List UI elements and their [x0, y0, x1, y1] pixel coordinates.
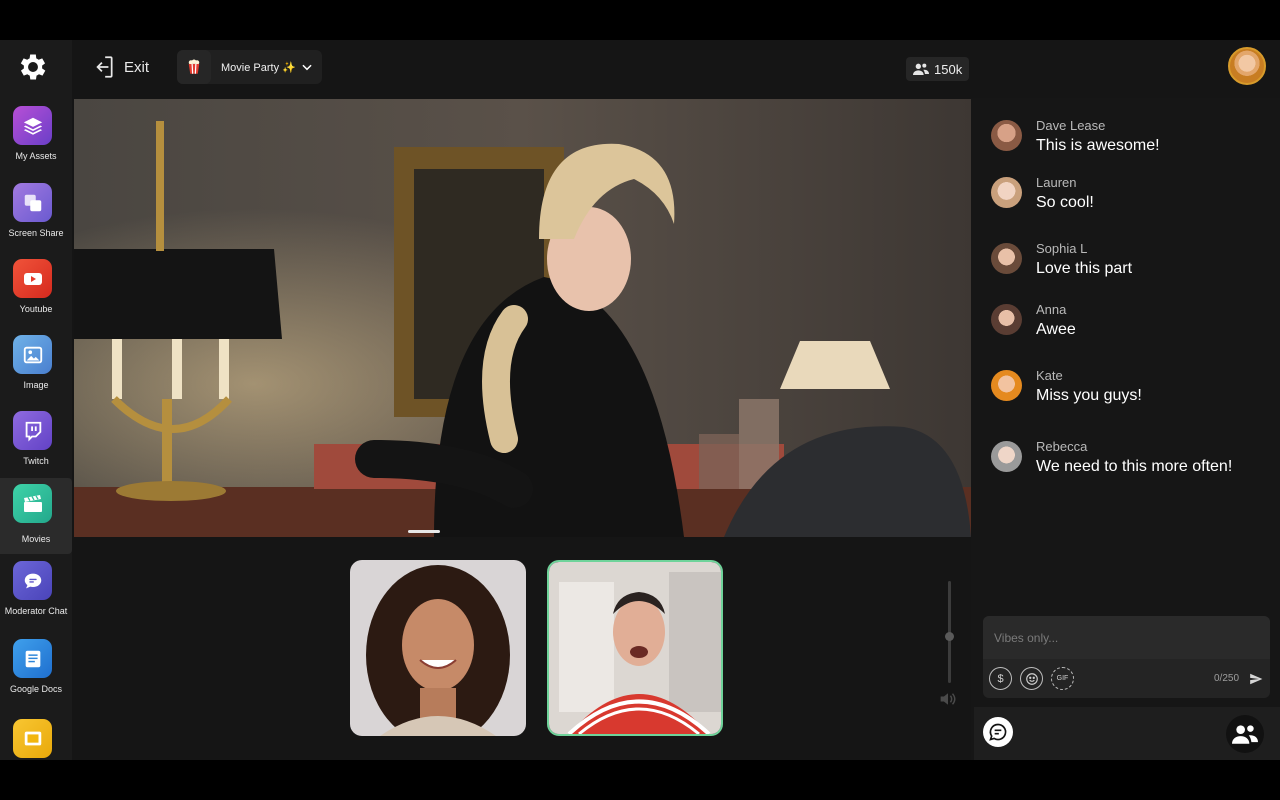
playback-progress[interactable]	[408, 530, 440, 533]
viewer-count-badge: 150k	[906, 57, 970, 81]
avatar	[991, 441, 1022, 472]
webcam-tile[interactable]	[350, 560, 526, 736]
sidebar-item-my-assets[interactable]: My Assets	[0, 100, 72, 172]
sidebar-item-label: Google Docs	[9, 684, 63, 694]
sidebar-item-slides[interactable]	[0, 713, 72, 760]
app-window: My Assets Screen Share Youtube Image Twi	[0, 40, 1280, 760]
chat-message: Kate Miss you guys!	[991, 368, 1142, 405]
avatar	[991, 304, 1022, 335]
char-counter: 0/250	[1214, 673, 1240, 684]
sidebar-item-youtube[interactable]: Youtube	[0, 253, 72, 325]
participant-video	[549, 562, 721, 734]
chat-author: Dave Lease	[1036, 118, 1106, 133]
avatar	[991, 120, 1022, 151]
twitch-icon	[13, 411, 52, 450]
sidebar-item-label: Moderator Chat	[4, 606, 68, 616]
sidebar-item-label: Screen Share	[8, 228, 64, 238]
participant-video	[350, 560, 526, 736]
chat-text: We need to this more often!	[1036, 458, 1233, 475]
chat-author: Lauren	[1036, 175, 1077, 190]
chat-author: Kate	[1036, 368, 1063, 383]
sidebar-item-label: Movies	[21, 534, 51, 544]
chevron-down-icon	[302, 64, 312, 71]
chat-author: Sophia L	[1036, 241, 1088, 256]
image-icon	[13, 335, 52, 374]
sidebar-item-moderator-chat[interactable]: Moderator Chat	[0, 555, 72, 627]
sidebar-item-twitch[interactable]: Twitch	[0, 405, 72, 477]
clapperboard-icon	[13, 484, 52, 523]
send-icon[interactable]	[1249, 672, 1263, 686]
movie-player[interactable]	[74, 99, 971, 537]
speaker-icon[interactable]	[938, 690, 958, 708]
avatar	[991, 370, 1022, 401]
chat-panel: Dave Lease This is awesome! Lauren So co…	[971, 98, 1280, 760]
screen-share-icon	[13, 183, 52, 222]
sidebar-item-google-docs[interactable]: Google Docs	[0, 633, 72, 705]
sidebar-item-movies[interactable]: Movies	[0, 478, 72, 554]
document-icon	[13, 639, 52, 678]
sidebar-item-screen-share[interactable]: Screen Share	[0, 177, 72, 249]
sidebar-item-label: Image	[23, 380, 49, 390]
participants-button[interactable]	[1226, 715, 1264, 753]
chat-message: Rebecca We need to this more often!	[991, 439, 1232, 476]
chat-text: Miss you guys!	[1036, 387, 1142, 404]
chat-bubble-icon	[13, 561, 52, 600]
users-icon	[913, 63, 929, 75]
chat-text: Awee	[1036, 321, 1076, 338]
chat-footer	[974, 707, 1280, 760]
chat-author: Rebecca	[1036, 439, 1088, 454]
chat-text: So cool!	[1036, 194, 1094, 211]
chat-text: Love this part	[1036, 260, 1133, 277]
chat-message: Dave Lease This is awesome!	[991, 118, 1160, 155]
avatar	[991, 177, 1022, 208]
room-title: Movie Party ✨	[221, 61, 296, 74]
chat-icon	[989, 723, 1007, 741]
movie-frame	[74, 99, 971, 537]
chat-message: Lauren So cool!	[991, 175, 1094, 212]
sidebar: My Assets Screen Share Youtube Image Twi	[0, 40, 72, 760]
user-avatar[interactable]	[1228, 47, 1266, 85]
room-selector[interactable]: Movie Party ✨	[177, 50, 322, 84]
users-icon	[1232, 725, 1258, 744]
volume-handle[interactable]	[945, 632, 954, 641]
chat-author: Anna	[1036, 302, 1067, 317]
chat-text: This is awesome!	[1036, 137, 1160, 154]
sidebar-item-label: My Assets	[15, 151, 57, 161]
exit-button[interactable]: Exit	[90, 54, 149, 80]
webcam-tile-active[interactable]	[547, 560, 723, 736]
avatar	[991, 243, 1022, 274]
dollar-icon[interactable]: $	[989, 667, 1012, 690]
gif-icon[interactable]: GIF	[1051, 667, 1074, 690]
emoji-icon[interactable]	[1020, 667, 1043, 690]
popcorn-icon	[177, 50, 211, 84]
exit-icon	[96, 56, 113, 78]
sidebar-item-image[interactable]: Image	[0, 329, 72, 401]
sidebar-item-label: Youtube	[19, 304, 53, 314]
chat-composer: $ GIF 0/250	[983, 616, 1270, 698]
exit-label: Exit	[124, 58, 150, 76]
sidebar-item-label: Twitch	[23, 456, 49, 466]
youtube-icon	[13, 259, 52, 298]
layers-icon	[13, 106, 52, 145]
chat-input[interactable]	[983, 616, 1270, 659]
chat-toggle-button[interactable]	[983, 717, 1013, 747]
slides-icon	[13, 719, 52, 758]
gear-icon[interactable]	[16, 50, 50, 84]
chat-message: Anna Awee	[991, 302, 1076, 339]
viewer-count: 150k	[934, 61, 963, 77]
chat-message: Sophia L Love this part	[991, 241, 1132, 278]
